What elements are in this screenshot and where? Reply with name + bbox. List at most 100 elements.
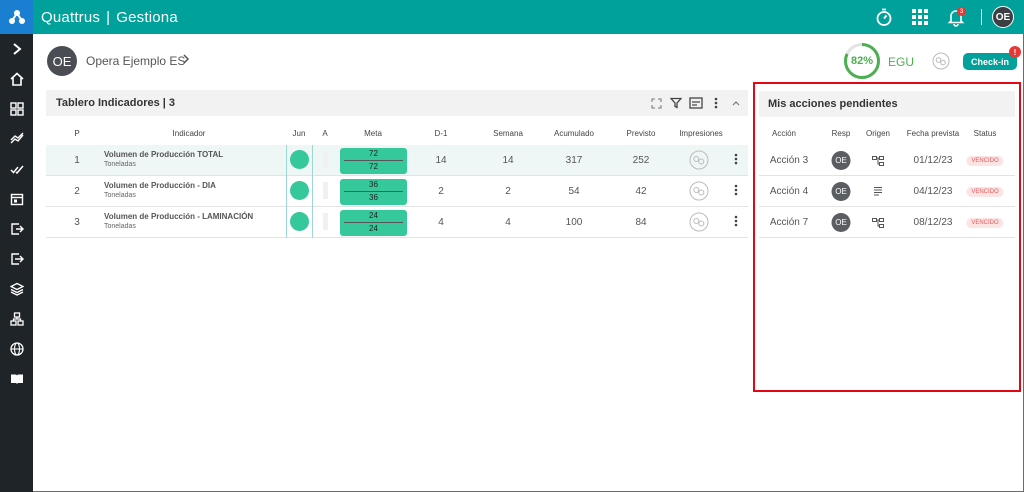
table-row[interactable]: 3 Volumen de Producción - LAMINACIÓN Ton… — [46, 207, 748, 238]
checkin-alert-badge: ! — [1009, 46, 1021, 58]
table-row[interactable]: 1 Volumen de Producción TOTAL Toneladas … — [46, 145, 748, 176]
logout-icon — [10, 253, 24, 265]
sidebar-item-globe[interactable] — [0, 334, 33, 364]
indicator-name[interactable]: Volumen de Producción - DIA — [104, 181, 216, 190]
col-previsto[interactable]: Previsto — [627, 129, 656, 138]
column-divider — [312, 145, 313, 176]
col-impresiones[interactable]: Impresiones — [679, 129, 723, 138]
sidebar-item-home[interactable] — [0, 64, 33, 94]
sidebar-item-logout[interactable] — [0, 244, 33, 274]
meta-box[interactable]: 36 36 — [340, 179, 407, 205]
responsible-avatar[interactable]: OE — [831, 213, 851, 232]
row-menu-icon[interactable] — [734, 215, 738, 227]
column-divider — [286, 176, 287, 207]
impressions-icon[interactable] — [689, 150, 709, 170]
expand-icon[interactable] — [648, 95, 664, 111]
col-accion[interactable]: Acción — [772, 129, 796, 138]
chevron-right-icon — [12, 43, 22, 55]
status-dot[interactable] — [290, 181, 309, 200]
indicator-name[interactable]: Volumen de Producción TOTAL — [104, 150, 223, 159]
indicator-name[interactable]: Volumen de Producción - LAMINACIÓN — [104, 212, 253, 221]
subtitles-icon[interactable] — [688, 95, 704, 111]
impressions-icon[interactable] — [689, 181, 709, 201]
app-title: Quattrus | Gestiona — [41, 9, 178, 26]
responsible-avatar[interactable]: OE — [831, 151, 851, 170]
indicator-unit: Toneladas — [104, 223, 136, 230]
status-dot[interactable] — [290, 212, 309, 231]
previsto-value: 84 — [635, 217, 647, 228]
sidebar-item-layers[interactable] — [0, 274, 33, 304]
expand-sidebar-button[interactable] — [0, 34, 33, 64]
filter-icon[interactable] — [668, 95, 684, 111]
indicator-unit: Toneladas — [104, 192, 136, 199]
row-menu-icon[interactable] — [734, 184, 738, 196]
hierarchy-icon[interactable] — [872, 207, 884, 238]
meta-box[interactable]: 24 24 — [340, 210, 407, 236]
apps-grid-icon[interactable] — [903, 0, 937, 34]
row-priority: 1 — [74, 155, 80, 166]
context-avatar[interactable]: OE — [47, 46, 77, 76]
col-acumulado[interactable]: Acumulado — [554, 129, 594, 138]
col-meta[interactable]: Meta — [364, 129, 382, 138]
col-d1[interactable]: D-1 — [435, 129, 448, 138]
row-menu-icon[interactable] — [734, 153, 738, 165]
document-icon[interactable] — [873, 176, 883, 207]
sidebar-item-export[interactable] — [0, 214, 33, 244]
action-name[interactable]: Acción 7 — [770, 207, 808, 238]
sidebar-item-indicators[interactable] — [0, 124, 33, 154]
sidebar-item-manual[interactable] — [0, 364, 33, 394]
col-a[interactable]: A — [322, 129, 327, 138]
col-p[interactable]: P — [74, 129, 79, 138]
impressions-icon[interactable] — [932, 52, 950, 70]
app-logo[interactable] — [0, 0, 33, 34]
responsible-avatar[interactable]: OE — [831, 182, 851, 201]
action-name[interactable]: Acción 4 — [770, 176, 808, 207]
sidebar-item-hierarchy[interactable] — [0, 304, 33, 334]
meta-value: 36 — [369, 180, 378, 189]
checkin-button[interactable]: Check-in — [963, 53, 1017, 70]
more-vertical-icon[interactable] — [708, 95, 724, 111]
col-origen[interactable]: Origen — [866, 129, 890, 138]
sidebar-item-dashboard[interactable] — [0, 94, 33, 124]
sidebar-item-actions[interactable] — [0, 154, 33, 184]
meta-actual: 72 — [369, 162, 378, 171]
col-fecha[interactable]: Fecha prevista — [907, 129, 959, 138]
status-dot[interactable] — [290, 150, 309, 169]
bell-icon[interactable]: 3 — [939, 0, 973, 34]
col-status[interactable]: Status — [974, 129, 997, 138]
board-table-header: P Indicador Jun A Meta D-1 Semana Acumul… — [46, 126, 748, 142]
context-name[interactable]: Opera Ejemplo ES — [86, 54, 185, 68]
column-divider — [286, 145, 287, 176]
status-badge: VENCIDO — [966, 155, 1004, 166]
col-indicador[interactable]: Indicador — [173, 129, 206, 138]
stopwatch-icon[interactable] — [867, 0, 901, 34]
col-resp[interactable]: Resp — [832, 129, 851, 138]
semana-value: 2 — [505, 186, 511, 197]
meta-box[interactable]: 72 72 — [340, 148, 407, 174]
acumulado-value: 317 — [565, 155, 583, 166]
home-icon — [9, 72, 24, 86]
meta-actual: 24 — [369, 224, 378, 233]
pending-actions-title: Mis acciones pendientes — [759, 91, 1015, 117]
hierarchy-icon[interactable] — [872, 145, 884, 176]
logo-icon — [8, 10, 25, 24]
meta-value: 72 — [369, 149, 378, 158]
table-row[interactable]: 2 Volumen de Producción - DIA Toneladas … — [46, 176, 748, 207]
pending-row[interactable]: Acción 3 OE 01/12/23 VENCIDO — [759, 145, 1015, 176]
notification-badge: 3 — [957, 7, 966, 16]
context-chevron-icon[interactable] — [182, 53, 190, 68]
sidebar-item-calendar[interactable] — [0, 184, 33, 214]
board-title: Tablero Indicadores | 3 — [56, 97, 176, 109]
user-avatar[interactable]: OE — [992, 6, 1014, 28]
top-bar: Quattrus | Gestiona 3 OE — [0, 0, 1024, 34]
action-name[interactable]: Acción 3 — [770, 145, 808, 176]
checklist-icon — [9, 165, 24, 175]
module-name: Gestiona — [116, 8, 178, 26]
col-semana[interactable]: Semana — [493, 129, 523, 138]
layers-icon — [9, 282, 24, 296]
impressions-icon[interactable] — [689, 212, 709, 232]
collapse-chevron-icon[interactable] — [728, 95, 744, 111]
pending-row[interactable]: Acción 4 OE 04/12/23 VENCIDO — [759, 176, 1015, 207]
pending-row[interactable]: Acción 7 OE 08/12/23 VENCIDO — [759, 207, 1015, 238]
col-jun[interactable]: Jun — [293, 129, 306, 138]
